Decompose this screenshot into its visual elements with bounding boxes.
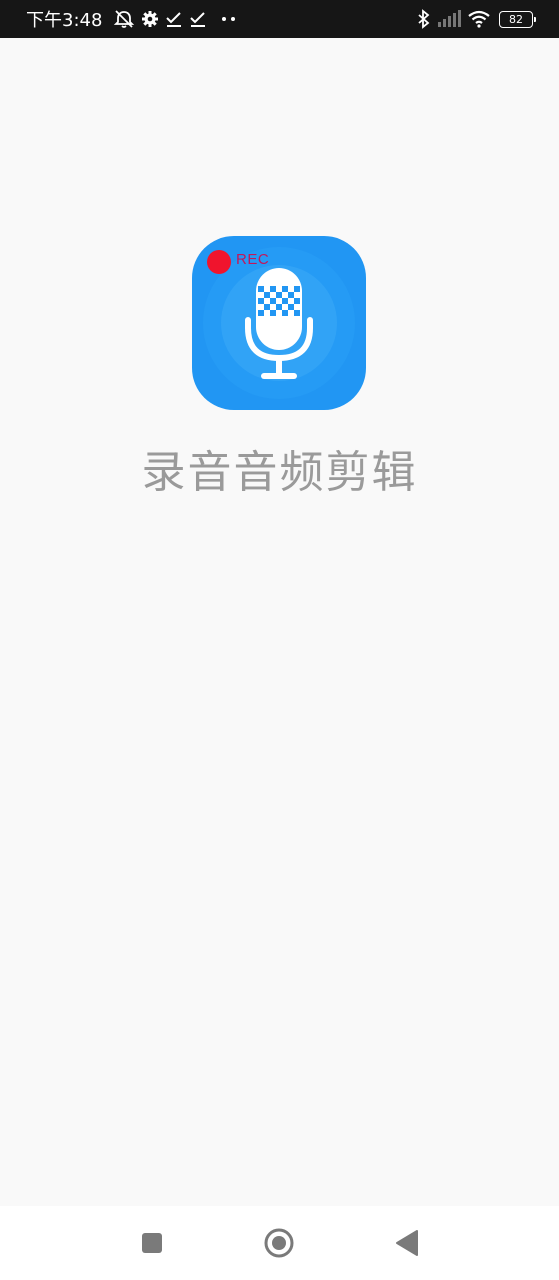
microphone-icon xyxy=(203,247,355,399)
signal-icon xyxy=(437,10,461,28)
app-title: 录音音频剪辑 xyxy=(141,447,418,498)
gear-icon xyxy=(141,10,159,28)
check-icon xyxy=(165,10,183,28)
status-right: 82 xyxy=(411,9,536,29)
more-dots-icon xyxy=(221,15,237,23)
app-logo: REC xyxy=(192,236,366,410)
recent-apps-icon xyxy=(142,1233,162,1253)
alarm-off-icon xyxy=(113,9,135,29)
rec-label: REC xyxy=(236,251,270,268)
home-button[interactable] xyxy=(264,1228,294,1258)
splash-screen: 下午3:48 82 REC 录音音频剪辑 xyxy=(0,0,559,1280)
status-bar: 下午3:48 82 xyxy=(0,0,559,38)
back-button[interactable] xyxy=(391,1228,421,1258)
bluetooth-icon xyxy=(417,9,431,29)
home-icon xyxy=(264,1228,294,1258)
check-icon xyxy=(189,10,207,28)
recent-apps-button[interactable] xyxy=(137,1228,167,1258)
status-time: 下午3:48 xyxy=(26,10,103,31)
navigation-bar xyxy=(0,1206,559,1280)
status-left: 下午3:48 xyxy=(26,6,237,32)
battery-level: 82 xyxy=(509,12,523,26)
battery-icon: 82 xyxy=(499,10,536,28)
back-icon xyxy=(396,1230,418,1256)
wifi-icon xyxy=(467,10,491,28)
